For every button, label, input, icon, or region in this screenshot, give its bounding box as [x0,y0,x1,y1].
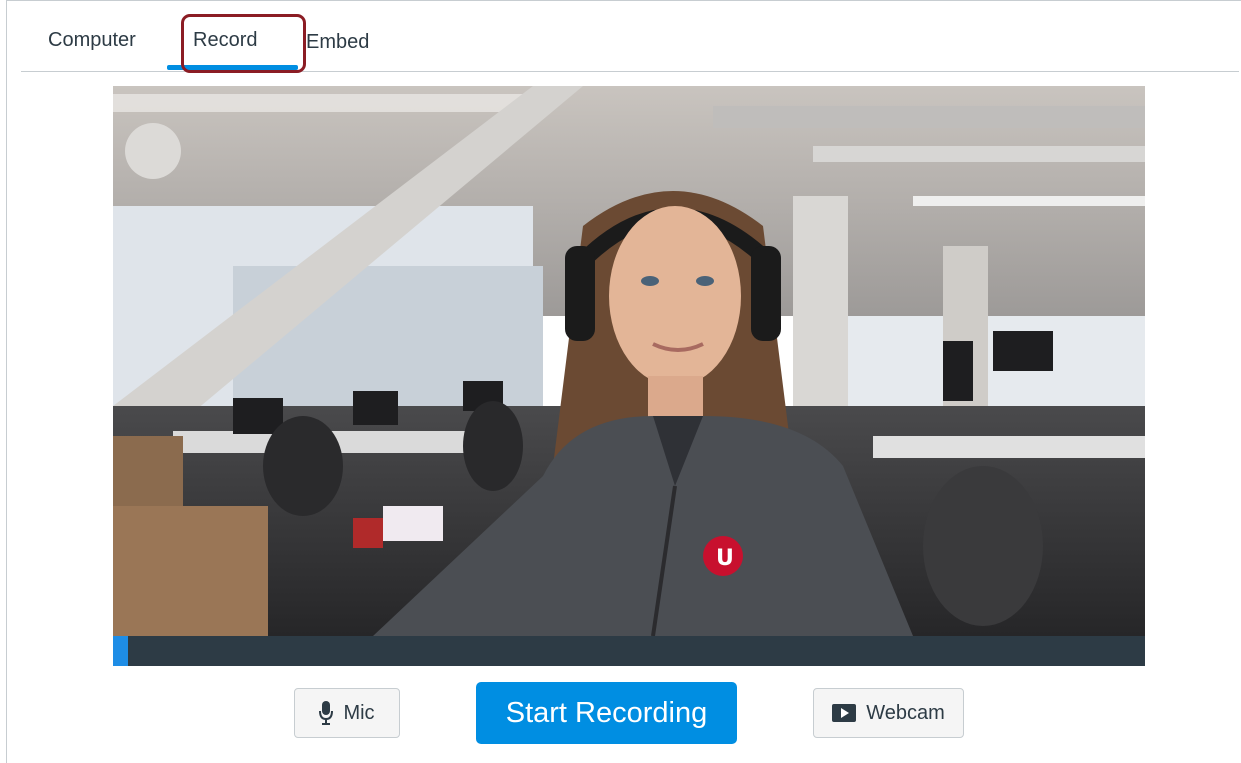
mic-button[interactable]: Mic [294,688,400,738]
start-recording-button[interactable]: Start Recording [476,682,737,744]
tab-computer[interactable]: Computer [48,29,136,52]
webcam-preview: U [113,86,1145,636]
progress-fill [113,636,129,666]
video-play-icon [832,704,857,722]
tab-bar: Computer Record Embed [21,1,1239,73]
highlight-outline [181,14,306,73]
start-recording-label: Start Recording [505,696,708,729]
svg-text:U: U [716,546,734,571]
webcam-button-label: Webcam [866,701,945,724]
mic-button-label: Mic [343,701,375,724]
tab-embed[interactable]: Embed [306,31,369,54]
recording-progress-bar [113,636,1145,666]
microphone-icon [319,701,334,725]
webcam-button[interactable]: Webcam [813,688,964,738]
